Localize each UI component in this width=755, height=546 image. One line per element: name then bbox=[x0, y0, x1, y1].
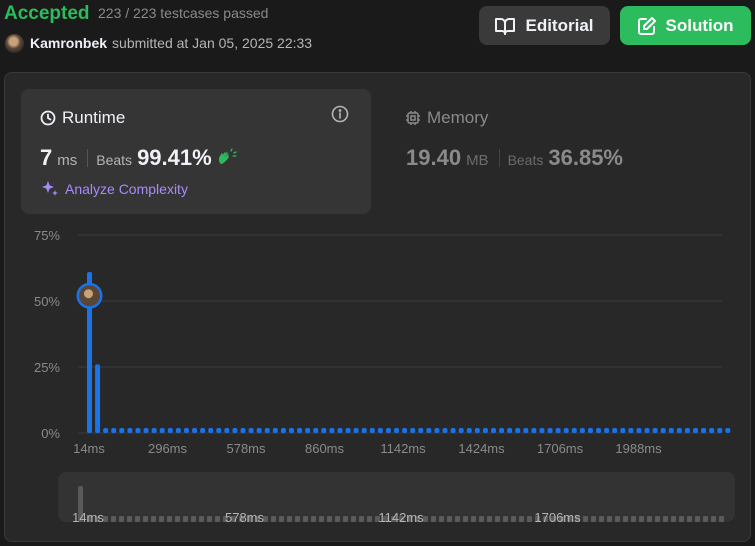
submission-meta: Kamronbek submitted at Jan 05, 2025 22:3… bbox=[5, 33, 312, 53]
memory-metric: 19.40 MB Beats 36.85% bbox=[406, 145, 623, 171]
divider bbox=[498, 149, 500, 167]
info-icon[interactable] bbox=[331, 105, 349, 123]
memory-unit: MB bbox=[466, 152, 489, 169]
solution-button[interactable]: Solution bbox=[620, 6, 751, 45]
runtime-value: 7 bbox=[40, 145, 53, 170]
submitted-time: submitted at Jan 05, 2025 22:33 bbox=[112, 35, 313, 51]
analyze-complexity-link[interactable]: Analyze Complexity bbox=[41, 180, 188, 198]
book-open-icon bbox=[495, 17, 516, 35]
runtime-title: Runtime bbox=[40, 108, 125, 128]
performance-panel: Runtime 7 ms Beats 99.41% Analyze Comple… bbox=[4, 72, 751, 542]
divider bbox=[87, 149, 89, 167]
status-accepted: Accepted bbox=[4, 3, 90, 24]
memory-beats-percent: 36.85% bbox=[548, 145, 623, 170]
runtime-metric: 7 ms Beats 99.41% bbox=[40, 145, 237, 171]
chip-icon bbox=[406, 111, 420, 125]
beats-label: Beats bbox=[96, 152, 133, 168]
edit-icon bbox=[637, 16, 656, 35]
beats-label: Beats bbox=[507, 152, 544, 168]
testcases-passed: 223 / 223 testcases passed bbox=[98, 5, 269, 21]
editorial-label: Editorial bbox=[525, 15, 594, 35]
clapping-hands-icon bbox=[218, 148, 237, 164]
runtime-card[interactable]: Runtime 7 ms Beats 99.41% Analyze Comple… bbox=[21, 89, 371, 214]
username-link[interactable]: Kamronbek bbox=[30, 35, 107, 51]
runtime-unit: ms bbox=[57, 152, 78, 169]
editorial-button[interactable]: Editorial bbox=[479, 6, 610, 45]
avatar[interactable] bbox=[5, 33, 24, 53]
sparkle-icon bbox=[42, 181, 58, 196]
submission-header: Accepted 223 / 223 testcases passed Kamr… bbox=[0, 0, 755, 60]
solution-label: Solution bbox=[665, 15, 734, 35]
clock-icon bbox=[40, 110, 56, 126]
runtime-beats-percent: 99.41% bbox=[137, 145, 212, 170]
memory-title[interactable]: Memory bbox=[405, 108, 488, 128]
memory-value: 19.40 bbox=[406, 145, 462, 170]
